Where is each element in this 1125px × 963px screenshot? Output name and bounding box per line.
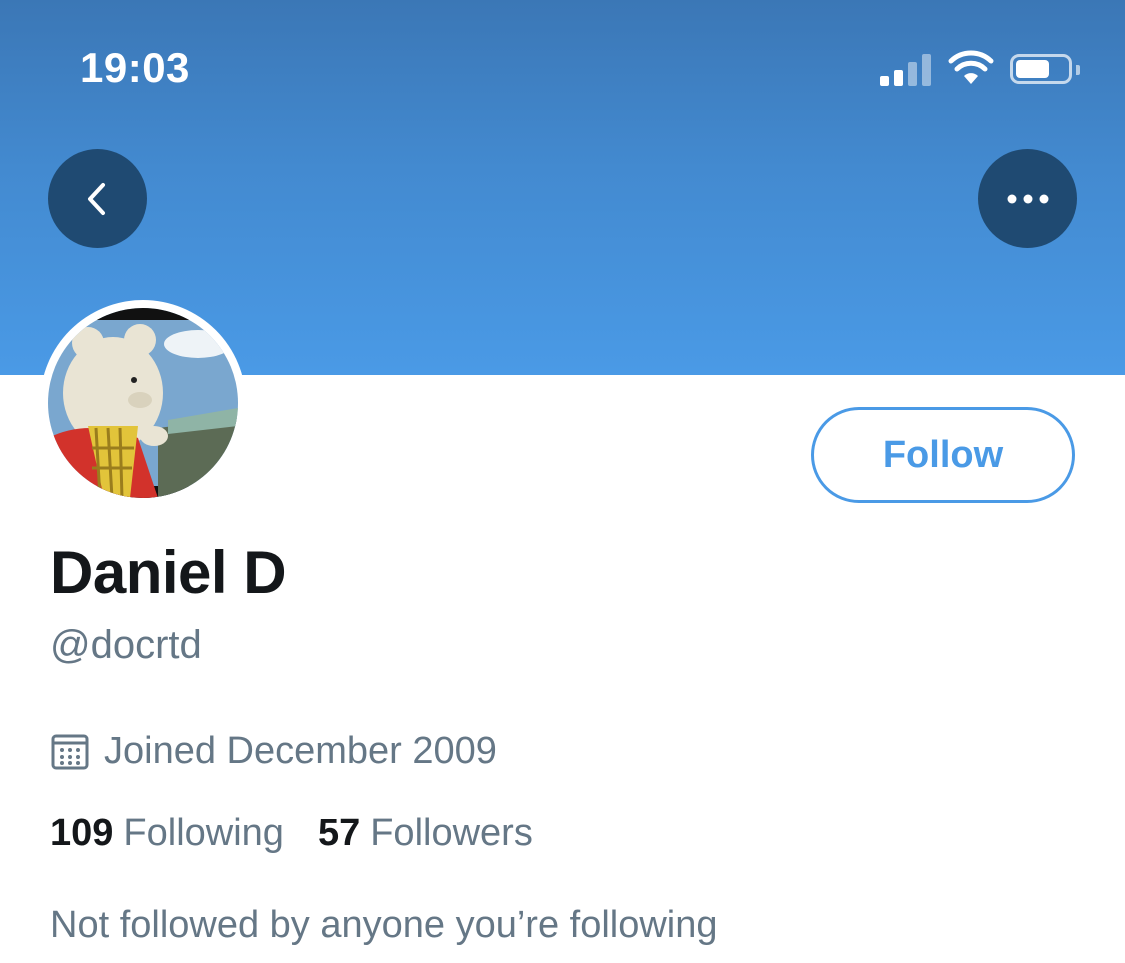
calendar-icon [51, 734, 89, 770]
mutual-followers-note: Not followed by anyone you’re following [50, 904, 718, 946]
follow-button[interactable]: Follow [811, 407, 1075, 503]
followers-count: 57 [317, 812, 361, 854]
chevron-left-icon [87, 182, 105, 215]
profile-avatar[interactable] [40, 300, 246, 506]
joined-date-row: Joined December 2009 [50, 726, 497, 776]
user-handle: @docrtd [50, 623, 202, 667]
follow-stats: 109 Following 57 Followers [50, 812, 533, 855]
more-horizontal-icon [1007, 194, 1048, 203]
wifi-icon [948, 50, 994, 84]
more-options-button[interactable] [978, 149, 1077, 248]
following-label: Following [123, 812, 284, 854]
followers-stat[interactable]: 57 Followers [318, 812, 533, 855]
status-bar-icons [880, 50, 1090, 90]
battery-icon [1010, 54, 1072, 84]
status-bar-time: 19:03 [80, 44, 190, 91]
following-count: 109 [50, 812, 114, 854]
avatar-image [48, 308, 238, 498]
following-stat[interactable]: 109 Following [50, 812, 284, 855]
joined-date: Joined December 2009 [104, 729, 497, 772]
display-name: Daniel D [50, 539, 287, 606]
followers-label: Followers [370, 812, 533, 854]
back-button[interactable] [48, 149, 147, 248]
